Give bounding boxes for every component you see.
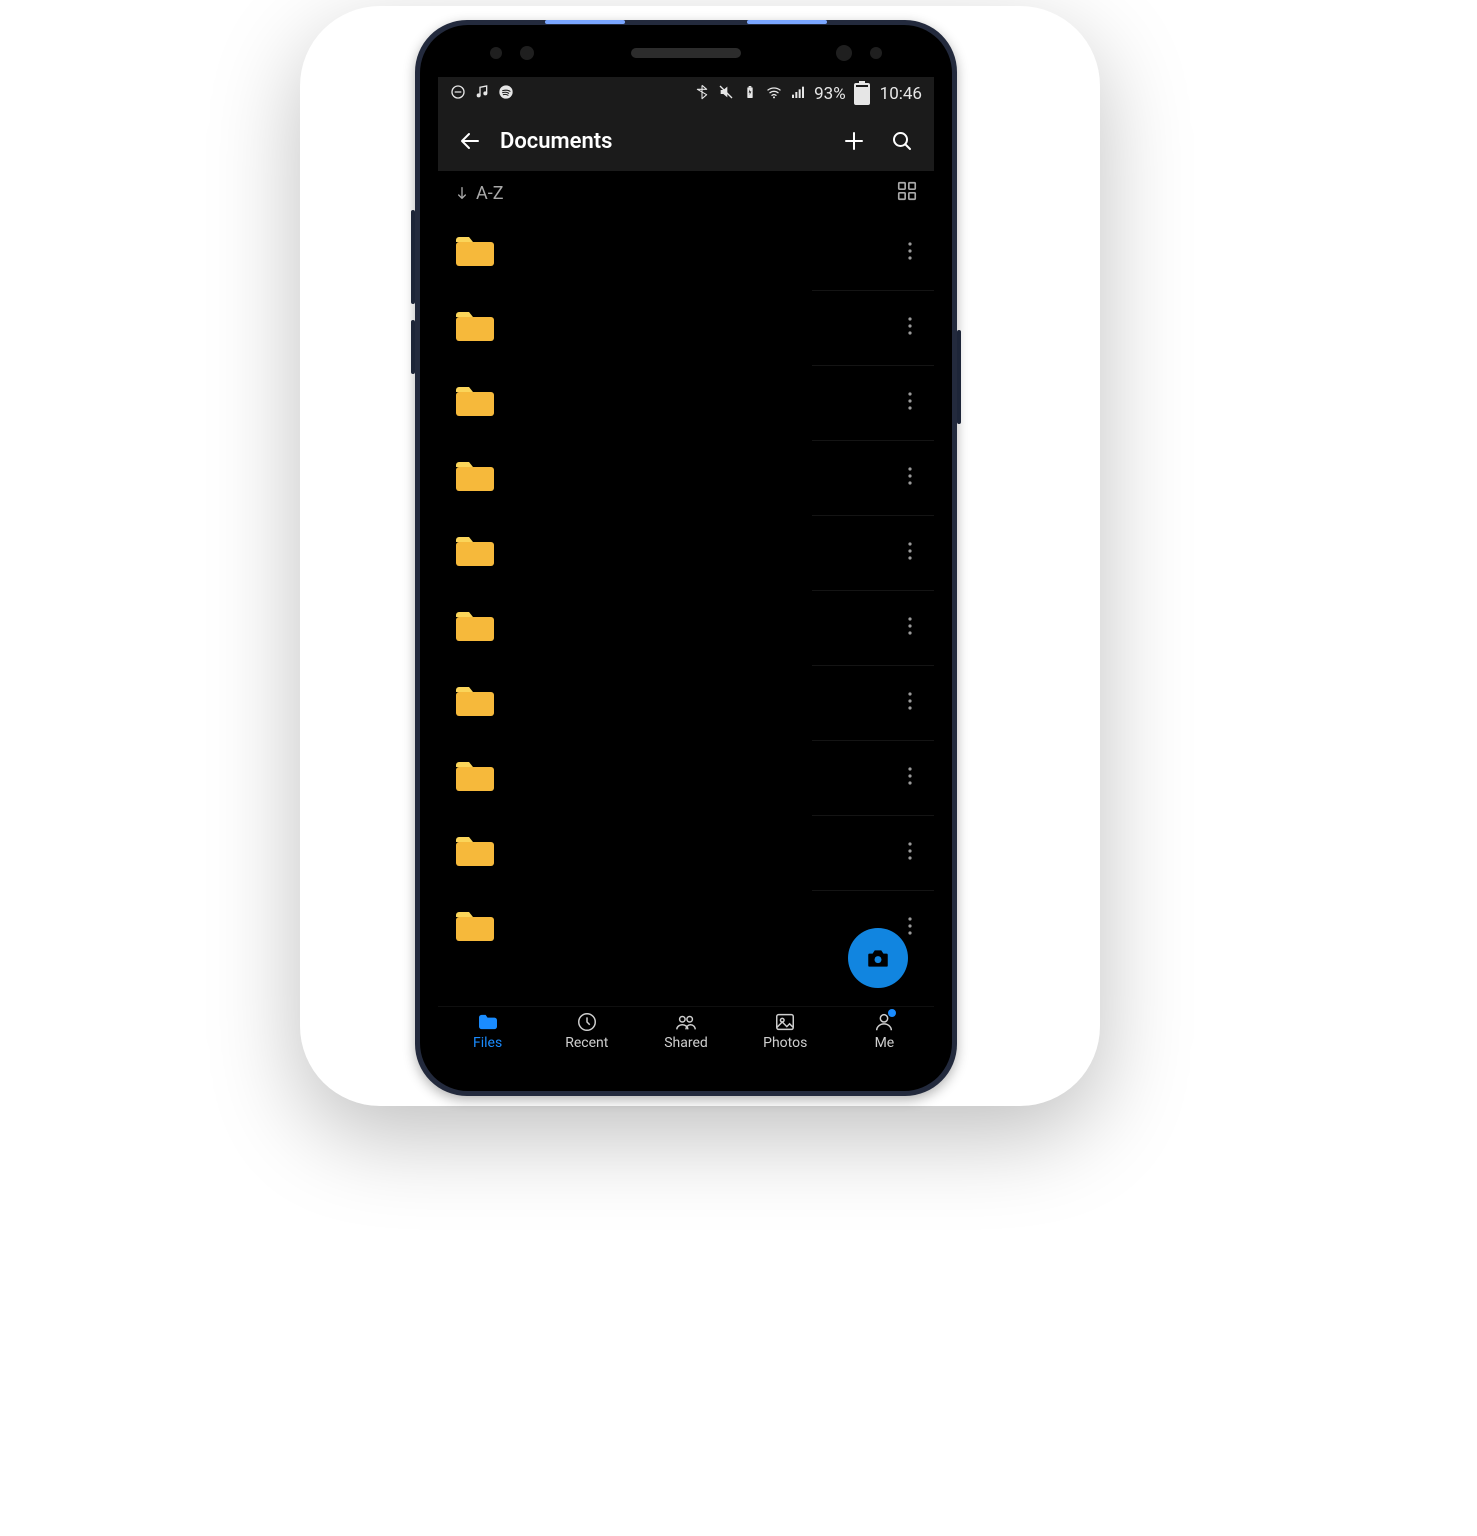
status-time: 10:46 xyxy=(880,84,922,104)
bottom-nav: Files Recent Shared Photos xyxy=(438,1006,934,1073)
tab-label: Recent xyxy=(565,1035,608,1051)
sort-bar: A-Z xyxy=(438,171,934,215)
folder-name xyxy=(516,394,886,412)
phone-frame: 93% 10:46 Documents xyxy=(415,20,957,1096)
photo-icon xyxy=(774,1011,796,1033)
row-more-button[interactable] xyxy=(886,316,934,340)
folder-row[interactable] xyxy=(438,665,934,740)
folder-row[interactable] xyxy=(438,365,934,440)
folder-icon xyxy=(454,834,496,872)
row-more-button[interactable] xyxy=(886,766,934,790)
folder-icon xyxy=(454,684,496,722)
folder-name xyxy=(516,544,886,562)
camera-icon xyxy=(865,945,891,971)
row-more-button[interactable] xyxy=(886,391,934,415)
sort-toggle[interactable]: A-Z xyxy=(454,183,504,204)
grid-view-icon xyxy=(896,180,918,202)
wifi-icon xyxy=(766,84,782,105)
spotify-icon xyxy=(498,84,514,105)
tab-photos[interactable]: Photos xyxy=(736,1007,835,1073)
page-title: Documents xyxy=(500,129,612,154)
folder-name xyxy=(516,919,886,937)
folder-icon xyxy=(454,534,496,572)
tab-shared[interactable]: Shared xyxy=(636,1007,735,1073)
folder-icon xyxy=(477,1011,499,1033)
folder-icon xyxy=(454,759,496,797)
folder-name xyxy=(516,619,886,637)
row-more-button[interactable] xyxy=(886,541,934,565)
app-bar: Documents xyxy=(438,111,934,171)
music-note-icon xyxy=(474,84,490,105)
folder-row[interactable] xyxy=(438,740,934,815)
folder-icon xyxy=(454,234,496,272)
folder-icon xyxy=(454,609,496,647)
dnd-icon xyxy=(450,84,466,105)
row-more-button[interactable] xyxy=(886,616,934,640)
battery-icon xyxy=(854,83,872,105)
camera-fab[interactable] xyxy=(848,928,908,988)
folder-icon xyxy=(454,459,496,497)
people-icon xyxy=(675,1011,697,1033)
add-button[interactable] xyxy=(830,117,878,165)
back-button[interactable] xyxy=(446,117,494,165)
folder-row[interactable] xyxy=(438,215,934,290)
tab-label: Shared xyxy=(664,1035,708,1051)
bluetooth-icon xyxy=(694,84,710,105)
row-more-button[interactable] xyxy=(886,466,934,490)
status-bar: 93% 10:46 xyxy=(438,77,934,111)
clock-icon xyxy=(576,1011,598,1033)
folder-row[interactable] xyxy=(438,440,934,515)
folder-name xyxy=(516,319,886,337)
battery-save-icon xyxy=(742,84,758,105)
search-button[interactable] xyxy=(878,117,926,165)
folder-name xyxy=(516,469,886,487)
sort-label: A-Z xyxy=(476,183,504,204)
folder-row[interactable] xyxy=(438,515,934,590)
folder-name xyxy=(516,844,886,862)
folder-icon xyxy=(454,384,496,422)
folder-name xyxy=(516,769,886,787)
signal-icon xyxy=(790,84,806,105)
folder-row[interactable] xyxy=(438,590,934,665)
tab-me[interactable]: Me xyxy=(835,1007,934,1073)
screen: 93% 10:46 Documents xyxy=(438,77,934,1073)
folder-name xyxy=(516,244,886,262)
folder-list[interactable] xyxy=(438,215,934,1006)
row-more-button[interactable] xyxy=(886,691,934,715)
tab-files[interactable]: Files xyxy=(438,1007,537,1073)
row-more-button[interactable] xyxy=(886,241,934,265)
tab-label: Files xyxy=(473,1035,502,1051)
row-more-button[interactable] xyxy=(886,841,934,865)
folder-row[interactable] xyxy=(438,815,934,890)
tab-label: Me xyxy=(875,1035,895,1051)
folder-icon xyxy=(454,309,496,347)
view-toggle[interactable] xyxy=(896,180,918,206)
mute-icon xyxy=(718,84,734,105)
tab-recent[interactable]: Recent xyxy=(537,1007,636,1073)
folder-icon xyxy=(454,909,496,947)
folder-row[interactable] xyxy=(438,290,934,365)
folder-name xyxy=(516,694,886,712)
tab-label: Photos xyxy=(763,1035,807,1051)
sort-arrow-icon xyxy=(454,185,470,201)
battery-percent: 93% xyxy=(814,84,846,104)
